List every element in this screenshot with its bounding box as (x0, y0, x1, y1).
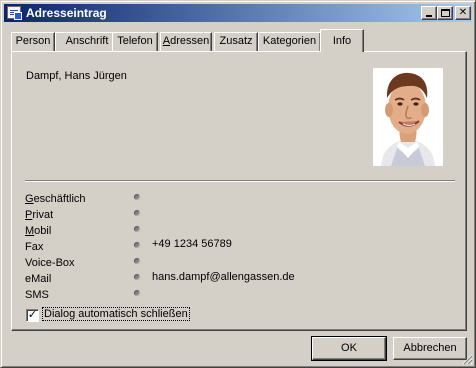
contact-name: Dampf, Hans Jürgen (26, 70, 127, 82)
tab-kategorien[interactable]: Kategorien (258, 32, 321, 51)
tab-adressen-mnemonic: A (162, 35, 171, 47)
contact-photo-graphic (373, 68, 443, 166)
status-dot-icon (134, 210, 140, 216)
label-sms: SMS (25, 289, 49, 301)
label-privat: Privat (25, 209, 53, 221)
cancel-button[interactable]: Abbrechen (393, 337, 467, 360)
label-mobil-mnemonic: M (25, 225, 35, 237)
maximize-icon (441, 9, 450, 17)
auto-close-label[interactable]: Dialog automatisch schließen (42, 307, 190, 321)
info-panel: Dampf, Hans Jürgen Geschäftlich Privat M… (11, 51, 467, 331)
label-voicebox: Voice-Box (25, 257, 75, 269)
status-dot-icon (134, 242, 140, 248)
label-mobil-rest: obil (34, 225, 52, 237)
label-mobil: Mobil (25, 225, 51, 237)
resize-grip-icon[interactable] (461, 353, 473, 365)
tab-info[interactable]: Info (320, 29, 364, 52)
tab-adressen[interactable]: Adressen (160, 32, 212, 51)
contact-photo (373, 68, 443, 166)
minimize-icon (426, 15, 432, 17)
address-entry-dialog: Adresseintrag ✕ Person Anschrift Telefon… (0, 0, 476, 368)
label-email: eMail (25, 273, 52, 285)
tab-anschrift[interactable]: Anschrift (55, 32, 119, 51)
maximize-button[interactable] (437, 6, 453, 20)
ok-button[interactable]: OK (311, 336, 387, 361)
window-title: Adresseintrag (26, 6, 107, 20)
close-icon: ✕ (458, 7, 468, 18)
tab-telefon[interactable]: Telefon (112, 32, 158, 51)
tab-zusatz[interactable]: Zusatz (214, 32, 258, 51)
label-geschaeftlich-mnemonic: G (25, 193, 34, 205)
label-fax: Fax (25, 241, 44, 253)
status-dot-icon (134, 194, 140, 200)
label-privat-rest: rivat (32, 209, 54, 221)
status-dot-icon (134, 226, 140, 232)
status-dot-icon (134, 258, 140, 264)
minimize-button[interactable] (421, 6, 437, 20)
tab-strip: Person Anschrift Telefon Adressen Zusatz… (11, 29, 471, 52)
value-email[interactable]: hans.dampf@allengassen.de (152, 271, 295, 283)
divider (25, 180, 455, 182)
status-dot-icon (134, 274, 140, 280)
tab-telefon-label: Telefon (117, 35, 153, 47)
status-dot-icon (134, 290, 140, 296)
tab-person[interactable]: Person (11, 32, 55, 51)
address-card-icon (7, 6, 22, 20)
label-geschaeftlich-rest: eschäftlich (33, 193, 86, 205)
tab-adressen-rest: dressen (170, 35, 210, 47)
close-button[interactable]: ✕ (455, 6, 471, 20)
value-fax: +49 1234 56789 (152, 238, 232, 250)
auto-close-checkbox[interactable]: ✓ (26, 309, 39, 322)
label-geschaeftlich: Geschäftlich (25, 193, 86, 205)
title-bar[interactable]: Adresseintrag ✕ (4, 4, 472, 22)
